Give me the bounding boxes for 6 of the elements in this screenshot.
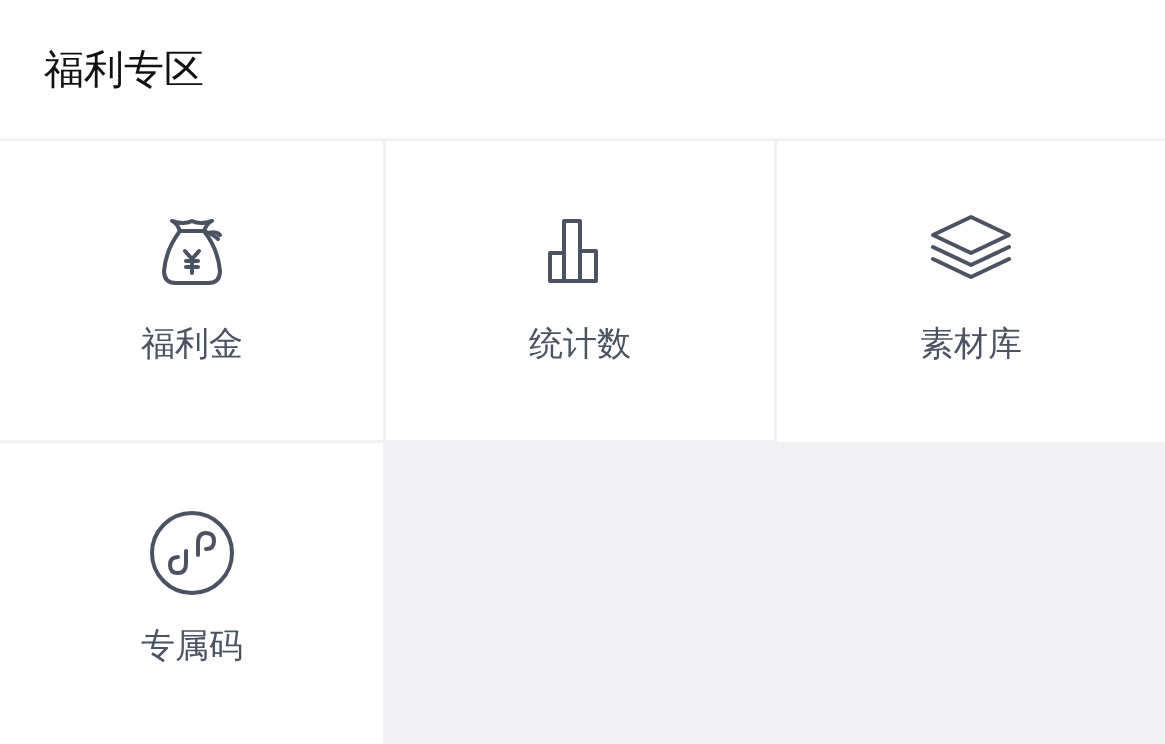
section-title: 福利专区 — [43, 45, 205, 93]
grid-item[interactable]: 统计数 — [386, 141, 774, 440]
grid-item[interactable]: 专属码 — [0, 443, 383, 744]
link-circle-icon — [149, 511, 234, 595]
grid-item[interactable]: 素材库 — [777, 141, 1165, 442]
grid-item[interactable]: 福利金 — [0, 141, 383, 440]
